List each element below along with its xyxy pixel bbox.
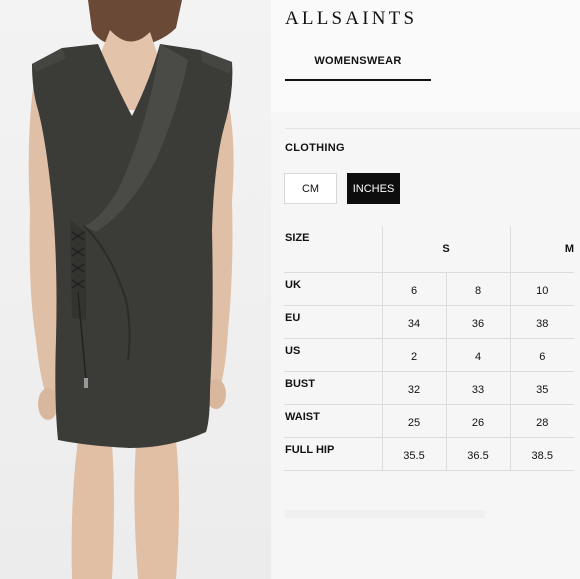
table-cell: 36.5 <box>445 436 510 471</box>
table-row: US 2 4 6 <box>284 337 574 371</box>
table-cell: 35.5 <box>381 436 446 471</box>
size-label: SIZE <box>285 232 310 244</box>
row-label: FULL HIP <box>284 436 382 471</box>
unit-inches-button[interactable]: INCHES <box>347 173 400 204</box>
table-cell: 26 <box>445 403 510 437</box>
table-cell: 6 <box>381 271 446 305</box>
table-cell: 35 <box>509 370 574 404</box>
table-cell: 36 <box>445 304 510 338</box>
table-cell: 32 <box>381 370 446 404</box>
tab-womenswear[interactable]: WOMENSWEAR <box>285 55 431 81</box>
table-row: FULL HIP 35.5 36.5 38.5 <box>284 436 574 471</box>
table-cell: 34 <box>381 304 446 338</box>
size-group-m: M <box>509 226 574 272</box>
row-label: WAIST <box>284 403 382 437</box>
table-cell: 38.5 <box>509 436 574 471</box>
faded-footer-placeholder <box>285 510 485 518</box>
unit-cm-button[interactable]: CM <box>284 173 337 204</box>
brand-logo: ALLSAINTS <box>285 8 418 29</box>
table-row: BUST 32 33 35 <box>284 370 574 404</box>
product-photo <box>0 0 271 579</box>
size-guide-panel: ALLSAINTS WOMENSWEAR CLOTHING CM INCHES … <box>271 0 580 579</box>
table-cell: 4 <box>445 337 510 371</box>
table-cell: 6 <box>509 337 574 371</box>
divider <box>285 128 580 129</box>
table-cell: 25 <box>381 403 446 437</box>
table-row: UK 6 8 10 <box>284 271 574 305</box>
table-cell: 28 <box>509 403 574 437</box>
table-cell: 10 <box>509 271 574 305</box>
size-table: SIZE S M UK 6 8 10 EU 34 36 38 US 2 4 6 … <box>284 226 574 471</box>
table-row: WAIST 25 26 28 <box>284 403 574 437</box>
table-cell: 2 <box>381 337 446 371</box>
row-label: US <box>284 337 382 371</box>
row-label: BUST <box>284 370 382 404</box>
row-label: EU <box>284 304 382 338</box>
table-row: EU 34 36 38 <box>284 304 574 338</box>
model-in-dress-image <box>28 0 234 579</box>
size-group-s: S <box>381 226 510 272</box>
size-header-row: SIZE S M <box>284 226 574 272</box>
row-label: UK <box>284 271 382 305</box>
table-cell: 8 <box>445 271 510 305</box>
table-cell: 38 <box>509 304 574 338</box>
section-title: CLOTHING <box>285 142 345 154</box>
table-cell: 33 <box>445 370 510 404</box>
